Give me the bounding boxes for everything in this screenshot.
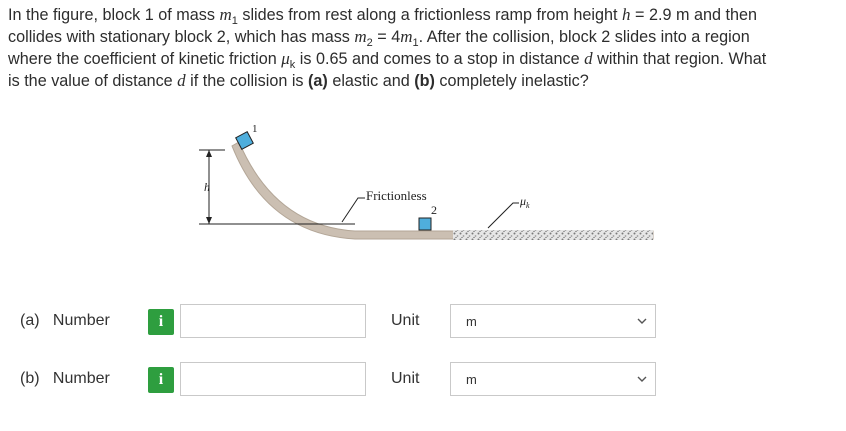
var-m: m (219, 5, 232, 24)
block-1-label: 1 (252, 123, 258, 135)
mu-leader-line (487, 202, 519, 229)
part-marker: (b) (20, 370, 40, 387)
unit-label: Unit (391, 370, 420, 387)
part-b-marker: (b) (414, 72, 435, 90)
question-text-segment: completely inelastic? (434, 72, 589, 90)
friction-region (453, 230, 653, 240)
question-text-segment: where the coefficient of kinetic frictio… (8, 50, 282, 68)
answer-label: (a) Number (20, 312, 110, 330)
number-label: Number (52, 370, 110, 387)
question-text-segment: slides from rest along a frictionless ra… (237, 6, 623, 24)
answer-row-a: (a) Number i Unit m (0, 302, 846, 342)
block-2 (418, 217, 432, 231)
question-text-segment: collides with stationary block 2, which … (8, 28, 355, 46)
frictionless-label: Frictionless (366, 188, 427, 203)
height-arrow-up (206, 150, 212, 157)
unit-label: Unit (391, 312, 420, 329)
number-input-b[interactable] (180, 362, 366, 396)
var-d: d (177, 71, 186, 90)
question-text-segment: elastic and (327, 72, 415, 90)
var-h: h (622, 5, 631, 24)
unit-select-a[interactable]: m (450, 304, 656, 338)
mu-symbol: μ (519, 194, 526, 208)
answer-row-b: (b) Number i Unit m (0, 360, 846, 400)
question-text-segment: = 4 (372, 28, 401, 46)
block-2-label: 2 (431, 203, 437, 217)
height-arrow-down (206, 217, 212, 224)
question-text-segment: if the collision is (185, 72, 309, 90)
height-label: h (204, 180, 210, 194)
mu-subscript: k (526, 201, 530, 210)
var-mu: μ (281, 49, 290, 68)
var-m: m (400, 27, 413, 46)
question-text-segment: = 2.9 m and then (630, 6, 757, 24)
part-a-marker: (a) (308, 72, 328, 90)
unit-select-b[interactable]: m (450, 362, 656, 396)
info-icon[interactable]: i (148, 367, 174, 393)
var-m: m (354, 27, 367, 46)
var-d: d (584, 49, 593, 68)
question-text-segment: . After the collision, block 2 slides in… (418, 28, 750, 46)
ramp-figure: h 1 2 Frictionless μk (199, 123, 654, 240)
question-text-segment: is the value of distance (8, 72, 178, 90)
question-text: In the figure, block 1 of mass m1 slides… (8, 4, 838, 92)
mu-label: μk (519, 194, 530, 210)
info-icon[interactable]: i (148, 309, 174, 335)
number-label: Number (52, 312, 110, 329)
question-text-segment: is 0.65 and comes to a stop in distance (295, 50, 585, 68)
question-text-segment: within that region. What (592, 50, 767, 68)
number-input-a[interactable] (180, 304, 366, 338)
unit-select-value: m (466, 314, 477, 329)
answer-label: (b) Number (20, 370, 110, 388)
question-text-segment: In the figure, block 1 of mass (8, 6, 220, 24)
chevron-down-icon (637, 376, 647, 382)
frictionless-leader-line (341, 197, 365, 223)
unit-select-value: m (466, 372, 477, 387)
chevron-down-icon (637, 318, 647, 324)
part-marker: (a) (20, 312, 40, 329)
